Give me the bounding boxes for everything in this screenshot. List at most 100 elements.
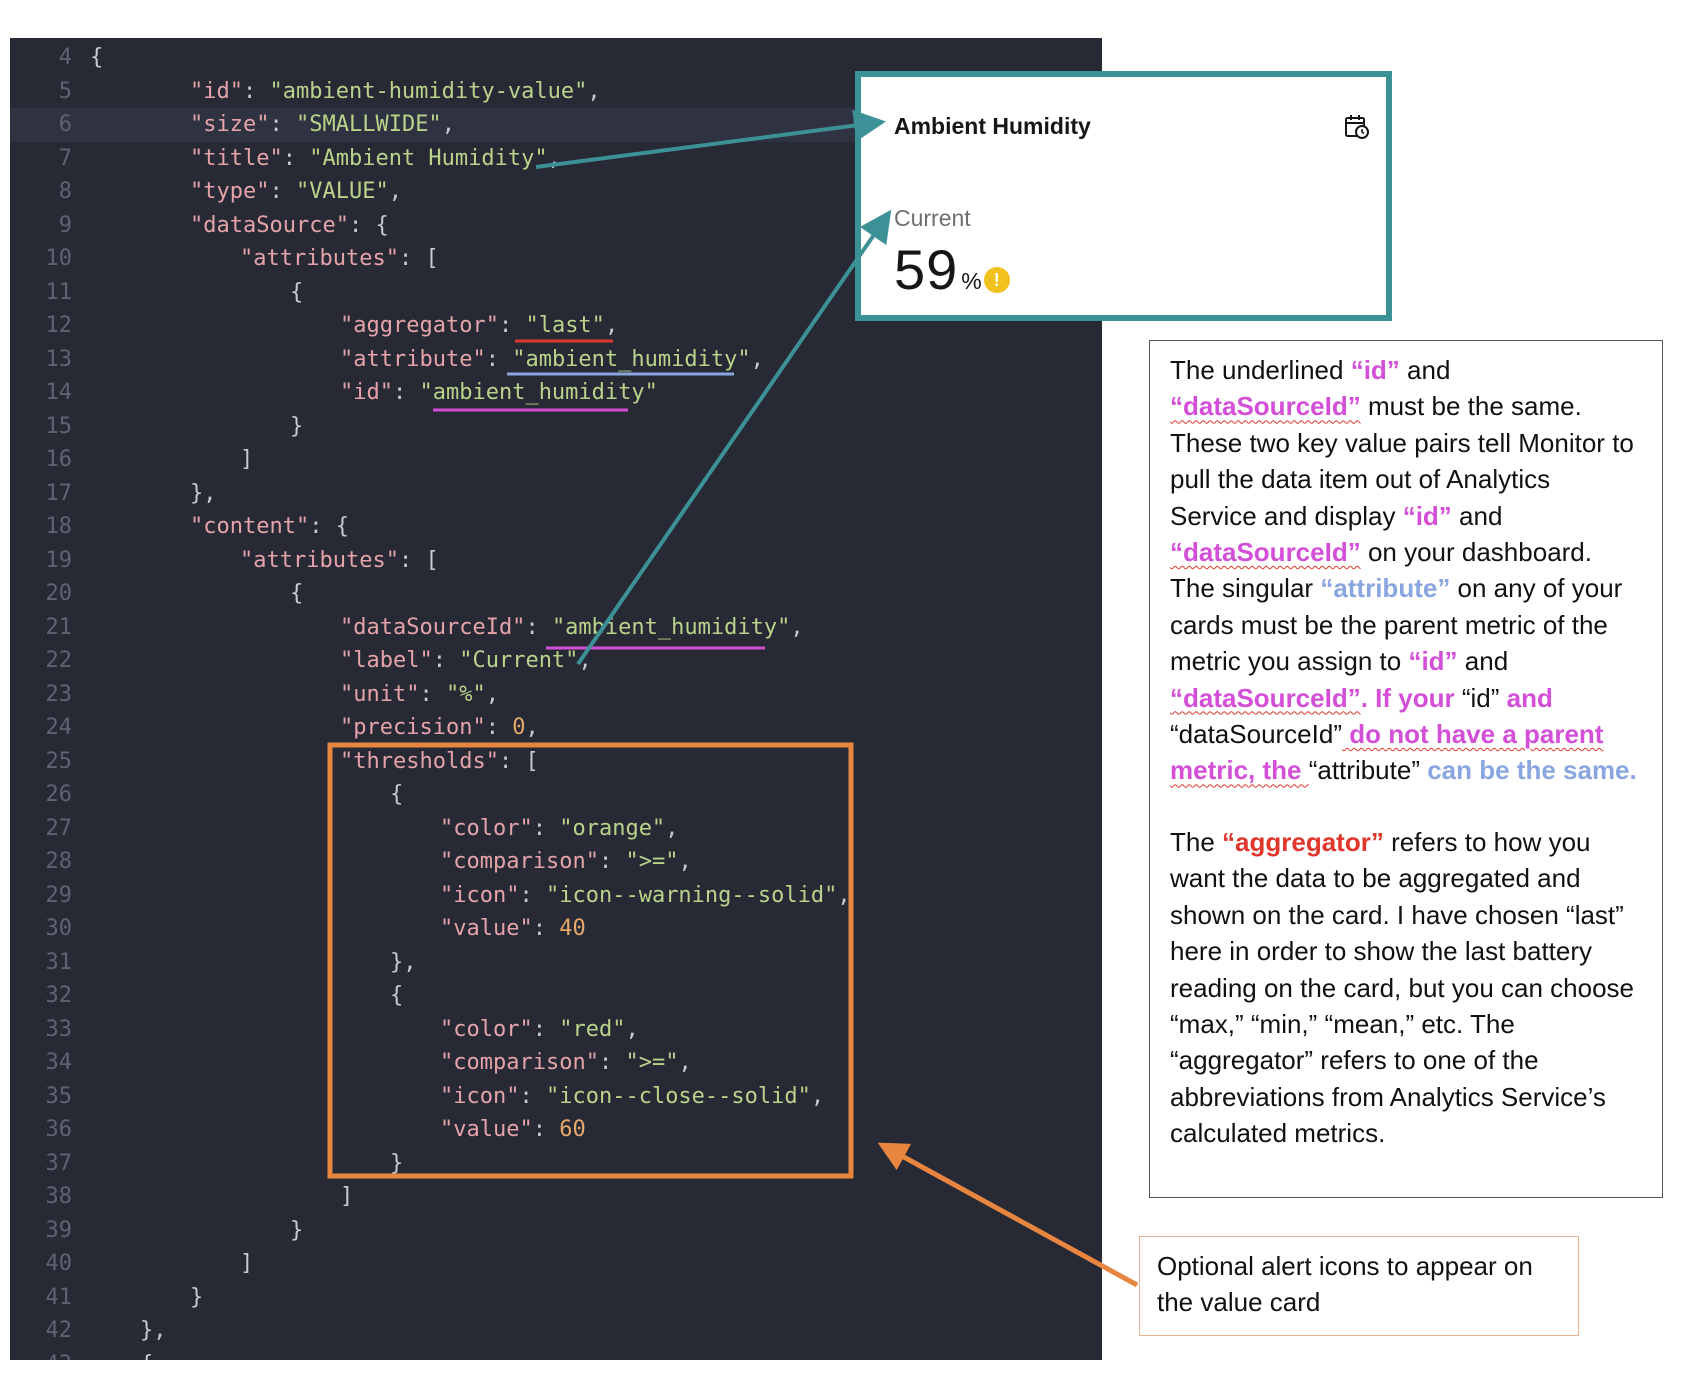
code-token: }: [290, 1217, 304, 1243]
code-token: 60: [559, 1117, 586, 1142]
code-text: "title": "Ambient Humidity",: [190, 142, 561, 176]
code-text: {: [390, 979, 403, 1013]
code-token: :: [432, 648, 460, 673]
code-token: ,: [547, 145, 561, 171]
code-line[interactable]: 27 "color": "orange",: [10, 812, 1102, 846]
code-text: "attributes": [: [240, 544, 439, 578]
code-line[interactable]: 23 "unit": "%",: [10, 678, 1102, 712]
code-line[interactable]: 35 "icon": "icon--close--solid",: [10, 1080, 1102, 1114]
line-number: 27: [45, 815, 73, 841]
line-number: 38: [45, 1184, 73, 1209]
code-text: }: [290, 1214, 303, 1248]
line-number: 5: [58, 78, 72, 104]
line-number: 8: [58, 179, 72, 204]
code-line[interactable]: 21 "dataSourceId": "ambient_humidity",: [10, 611, 1102, 645]
code-text: "color": "orange",: [440, 812, 678, 846]
line-number: 41: [45, 1284, 73, 1310]
code-line[interactable]: 38]: [10, 1180, 1102, 1214]
code-token: "title": [190, 145, 283, 171]
code-token: "unit": [340, 681, 420, 707]
code-line[interactable]: 31},: [10, 946, 1102, 980]
code-line[interactable]: 32 {: [10, 979, 1102, 1013]
code-text: "attributes": [: [240, 242, 439, 276]
code-text: "id": "ambient-humidity-value",: [190, 75, 601, 109]
code-text: }: [390, 1147, 403, 1181]
code-token: :: [519, 1083, 546, 1109]
line-number: 26: [45, 782, 73, 807]
line-number: 6: [58, 112, 72, 137]
code-line[interactable]: 40]: [10, 1247, 1102, 1281]
line-number: 21: [45, 614, 73, 640]
code-token: "VALUE": [295, 179, 389, 204]
alert-icons-note: Optional alert icons to appear on the va…: [1139, 1236, 1579, 1336]
code-token: : {: [348, 212, 389, 238]
code-line[interactable]: 25 "thresholds": [: [10, 745, 1102, 779]
code-line[interactable]: 33 "color": "red",: [10, 1013, 1102, 1047]
code-line[interactable]: 14 "id": "ambient_humidity": [10, 376, 1102, 410]
line-number: 29: [45, 882, 73, 908]
line-number: 9: [58, 212, 72, 238]
line-number: 4: [58, 45, 72, 70]
code-line[interactable]: 34 "comparison": ">=",: [10, 1046, 1102, 1080]
code-line[interactable]: 19 "attributes": [: [10, 544, 1102, 578]
code-line[interactable]: 24 "precision": 0,: [10, 711, 1102, 745]
code-token: :: [392, 380, 420, 405]
code-token: ,: [790, 614, 804, 640]
code-text: "content": {: [190, 510, 349, 544]
code-text: },: [190, 477, 217, 511]
line-number: 42: [45, 1318, 73, 1343]
code-token: "value": [440, 1117, 533, 1142]
code-line[interactable]: 13 "attribute": "ambient_humidity",: [10, 343, 1102, 377]
card-title: Ambient Humidity: [894, 113, 1091, 139]
line-number: 18: [45, 514, 73, 539]
code-line[interactable]: 41}: [10, 1281, 1102, 1315]
code-line[interactable]: 29 "icon": "icon--warning--solid",: [10, 879, 1102, 913]
line-number: 15: [45, 413, 73, 439]
code-token: ,: [388, 179, 402, 204]
line-number: 39: [45, 1217, 73, 1243]
value-card: Ambient Humidity Current 59 % !: [855, 71, 1392, 321]
code-token: ,: [810, 1083, 825, 1109]
code-token: "precision": [340, 715, 486, 740]
code-line[interactable]: 20 {: [10, 577, 1102, 611]
line-number: 34: [45, 1050, 73, 1075]
code-line[interactable]: 28 "comparison": ">=",: [10, 845, 1102, 879]
code-line[interactable]: 30 "value": 40: [10, 912, 1102, 946]
code-line[interactable]: 43 {: [10, 1348, 1102, 1361]
code-token: :: [269, 112, 296, 137]
code-text: "label": "Current",: [340, 644, 592, 678]
code-token: "dataSourceId": [340, 614, 526, 640]
code-token: "icon": [440, 882, 520, 908]
line-number: 12: [45, 313, 73, 338]
code-token: :: [532, 815, 560, 841]
code-line[interactable]: 36 "value": 60: [10, 1113, 1102, 1147]
line-number: 37: [45, 1150, 73, 1176]
code-text: }: [190, 1281, 203, 1315]
code-text: "attribute": "ambient_humidity",: [340, 343, 764, 377]
note-paragraph-ids: The underlined “id” and “dataSourceId” m…: [1170, 355, 1637, 786]
calendar-clock-icon[interactable]: [1343, 113, 1371, 141]
code-line[interactable]: 37}: [10, 1147, 1102, 1181]
code-text: {: [290, 577, 303, 611]
code-text: {: [290, 276, 303, 310]
code-line[interactable]: 22 "label": "Current",: [10, 644, 1102, 678]
code-token: "last": [525, 313, 605, 338]
code-token: ,: [441, 112, 455, 137]
line-number: 24: [45, 715, 73, 740]
code-line[interactable]: 17},: [10, 477, 1102, 511]
code-token: ,: [604, 313, 619, 338]
code-line[interactable]: 39}: [10, 1214, 1102, 1248]
code-token: "comparison": [440, 1050, 599, 1075]
line-number: 33: [45, 1016, 73, 1042]
code-line[interactable]: 4{: [10, 41, 1102, 75]
card-value: 59: [894, 238, 959, 301]
code-token: "icon--close--solid": [545, 1083, 811, 1109]
code-token: "aggregator": [340, 313, 499, 338]
code-line[interactable]: 42},: [10, 1314, 1102, 1348]
code-line[interactable]: 15}: [10, 410, 1102, 444]
code-line[interactable]: 18 "content": {: [10, 510, 1102, 544]
code-text: "dataSourceId": "ambient_humidity",: [340, 611, 804, 645]
code-line[interactable]: 26 {: [10, 778, 1102, 812]
line-number: 17: [45, 480, 73, 506]
code-line[interactable]: 16]: [10, 443, 1102, 477]
